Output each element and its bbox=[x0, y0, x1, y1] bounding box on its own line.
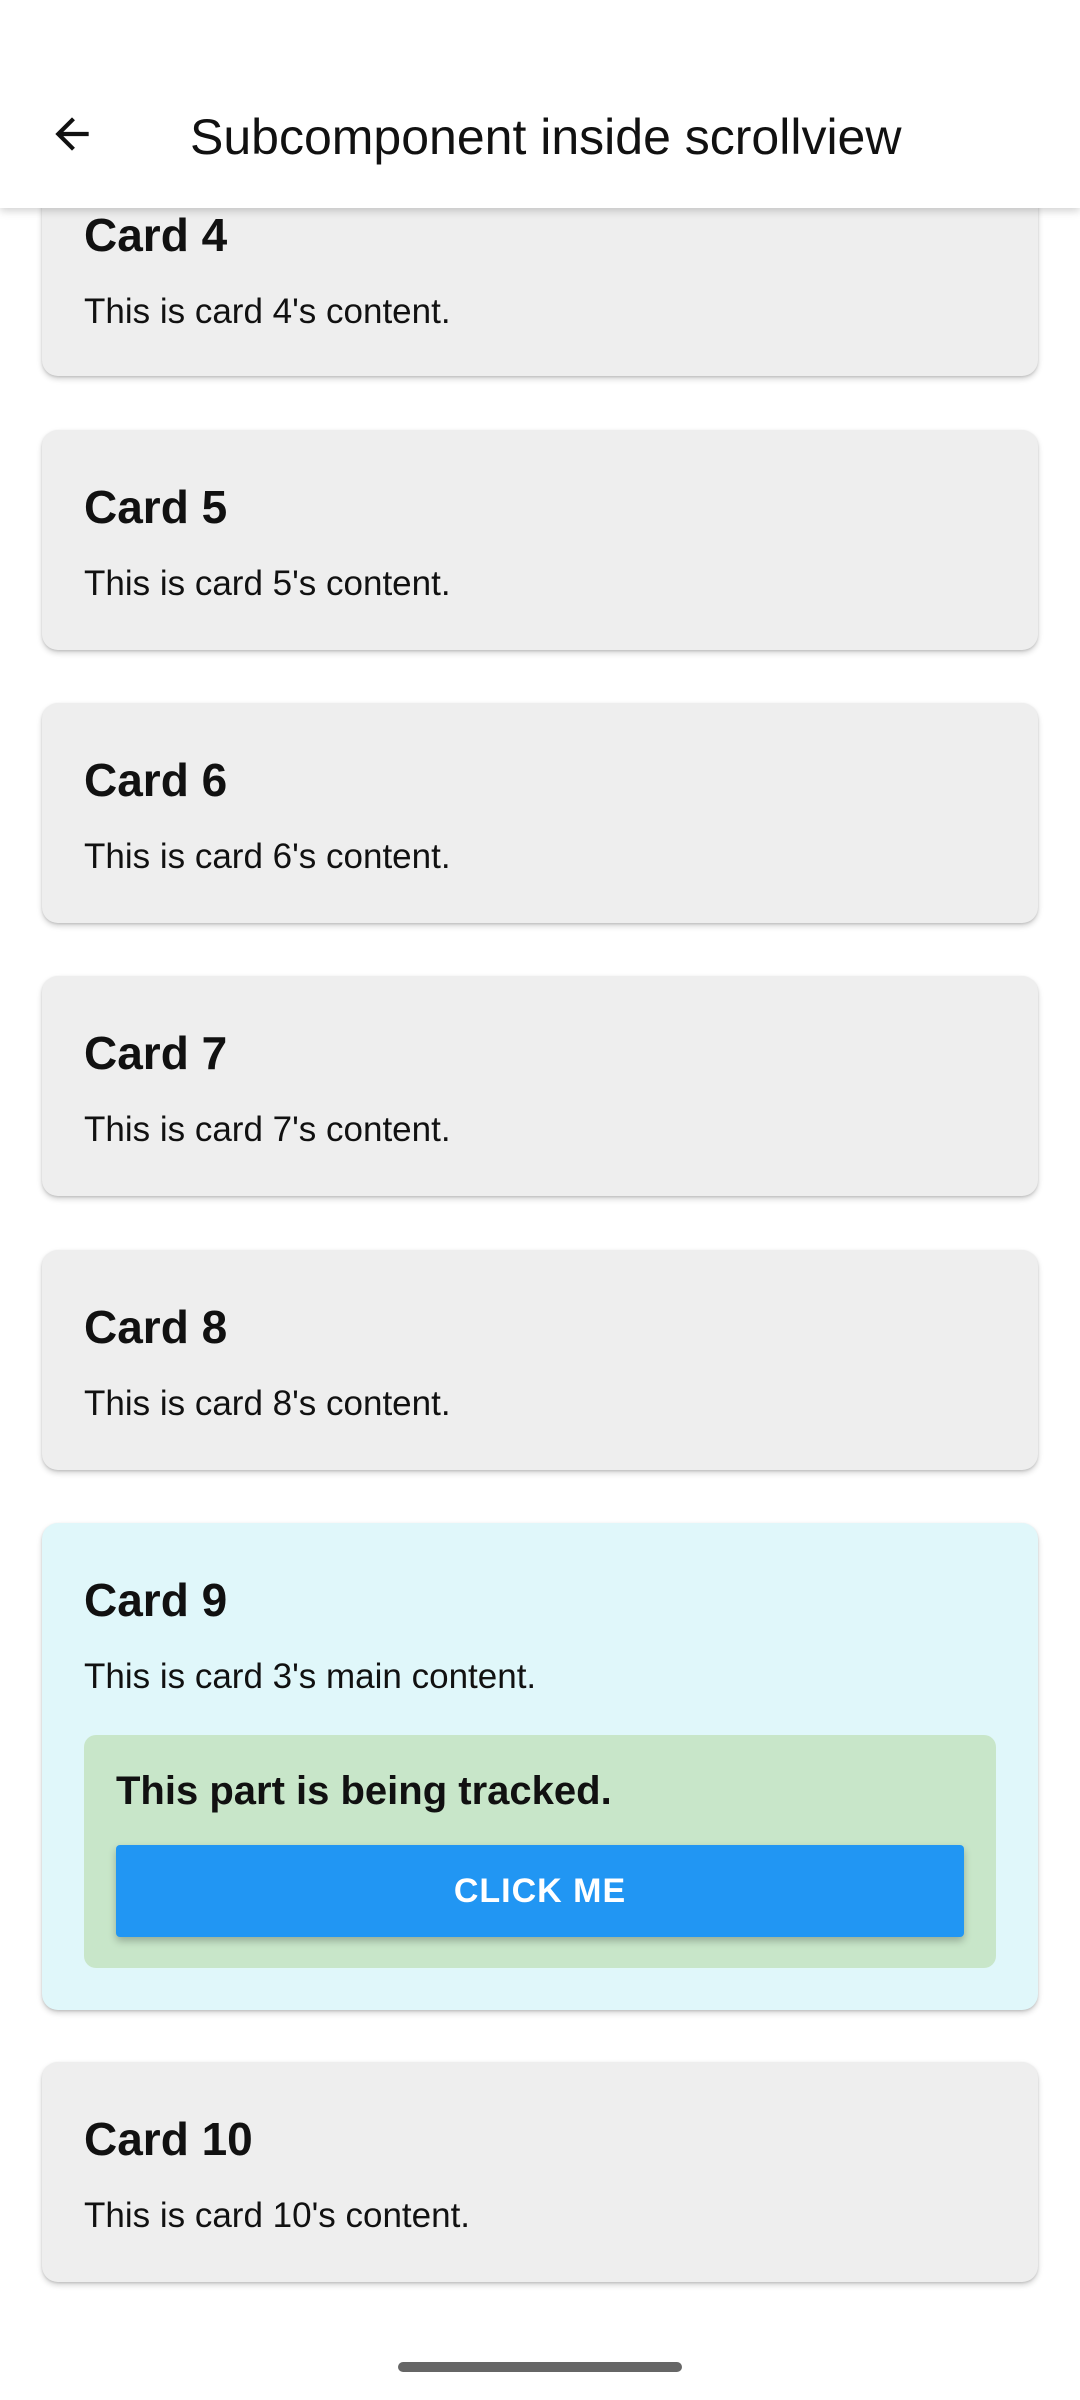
card-title: Card 5 bbox=[84, 481, 228, 533]
card-5: Card 5 This is card 5's content. bbox=[42, 430, 1038, 650]
card-content: This is card 4's content. bbox=[84, 292, 451, 331]
card-content: This is card 10's content. bbox=[84, 2196, 471, 2235]
card-content: This is card 5's content. bbox=[84, 564, 451, 603]
tracked-label: This part is being tracked. bbox=[116, 1769, 612, 1813]
card-title: Card 7 bbox=[84, 1027, 228, 1079]
card-8: Card 8 This is card 8's content. bbox=[42, 1250, 1038, 1470]
card-title: Card 8 bbox=[84, 1301, 228, 1353]
card-9: Card 9 This is card 3's main content. Th… bbox=[42, 1523, 1038, 2010]
page-title: Subcomponent inside scrollview bbox=[190, 109, 902, 165]
tracked-subcomponent: This part is being tracked. CLICK ME bbox=[84, 1735, 996, 1968]
app-bar: Subcomponent inside scrollview bbox=[0, 0, 1080, 208]
card-title: Card 4 bbox=[84, 209, 228, 261]
card-6: Card 6 This is card 6's content. bbox=[42, 703, 1038, 923]
card-content: This is card 3's main content. bbox=[84, 1657, 537, 1696]
card-10: Card 10 This is card 10's content. bbox=[42, 2062, 1038, 2282]
home-gesture-handle[interactable] bbox=[398, 2362, 682, 2372]
card-content: This is card 6's content. bbox=[84, 837, 451, 876]
card-content: This is card 7's content. bbox=[84, 1110, 451, 1149]
click-me-button[interactable]: CLICK ME bbox=[116, 1845, 964, 1937]
card-title: Card 10 bbox=[84, 2113, 253, 2165]
card-title: Card 6 bbox=[84, 754, 228, 806]
card-title: Card 9 bbox=[84, 1574, 228, 1626]
card-7: Card 7 This is card 7's content. bbox=[42, 976, 1038, 1196]
arrow-back-icon bbox=[47, 109, 97, 164]
back-button[interactable] bbox=[32, 96, 112, 176]
card-content: This is card 8's content. bbox=[84, 1384, 451, 1423]
card-scroll-view[interactable]: Card 4 This is card 4's content. Card 5 … bbox=[0, 0, 1080, 2400]
